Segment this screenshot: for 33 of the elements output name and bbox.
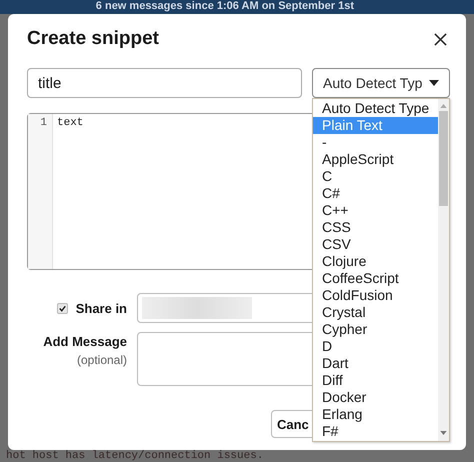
language-select[interactable]: Auto Detect Typ	[312, 68, 450, 98]
language-option[interactable]: CoffeeScript	[313, 270, 438, 287]
new-messages-banner[interactable]: 6 new messages since 1:06 AM on September 1st	[0, 0, 474, 14]
language-option[interactable]: Cypher	[313, 321, 438, 338]
message-label: Add Message	[43, 334, 127, 349]
close-icon[interactable]	[434, 32, 447, 46]
language-option[interactable]: Clojure	[313, 253, 438, 270]
language-option[interactable]: CSS	[313, 219, 438, 236]
title-input-field[interactable]: title	[27, 68, 302, 98]
language-option[interactable]: AppleScript	[313, 151, 438, 168]
language-option[interactable]: Crystal	[313, 304, 438, 321]
language-option[interactable]: CSV	[313, 236, 438, 253]
language-option[interactable]: C#	[313, 185, 438, 202]
language-option[interactable]: Docker	[313, 389, 438, 406]
dialog-title: Create snippet	[27, 28, 159, 50]
language-option[interactable]: Diff	[313, 372, 438, 389]
share-label: Share in	[76, 300, 127, 316]
code-text: text	[57, 117, 84, 129]
scroll-down-icon[interactable]	[440, 431, 447, 435]
line-number: 1	[40, 117, 47, 129]
language-option[interactable]: -	[313, 134, 438, 151]
scroll-up-icon[interactable]	[440, 104, 447, 108]
scrollbar[interactable]	[438, 99, 449, 441]
optional-hint: (optional)	[76, 353, 127, 367]
language-option[interactable]: C++	[313, 202, 438, 219]
scrollbar-thumb[interactable]	[439, 111, 448, 206]
background-code-line: hot host has latency/connection issues.	[6, 450, 264, 462]
language-option[interactable]: D	[313, 338, 438, 355]
language-option[interactable]: Dart	[313, 355, 438, 372]
caret-icon	[429, 80, 439, 86]
share-checkbox[interactable]	[56, 302, 68, 314]
language-option[interactable]: C	[313, 168, 438, 185]
language-option[interactable]: ColdFusion	[313, 287, 438, 304]
